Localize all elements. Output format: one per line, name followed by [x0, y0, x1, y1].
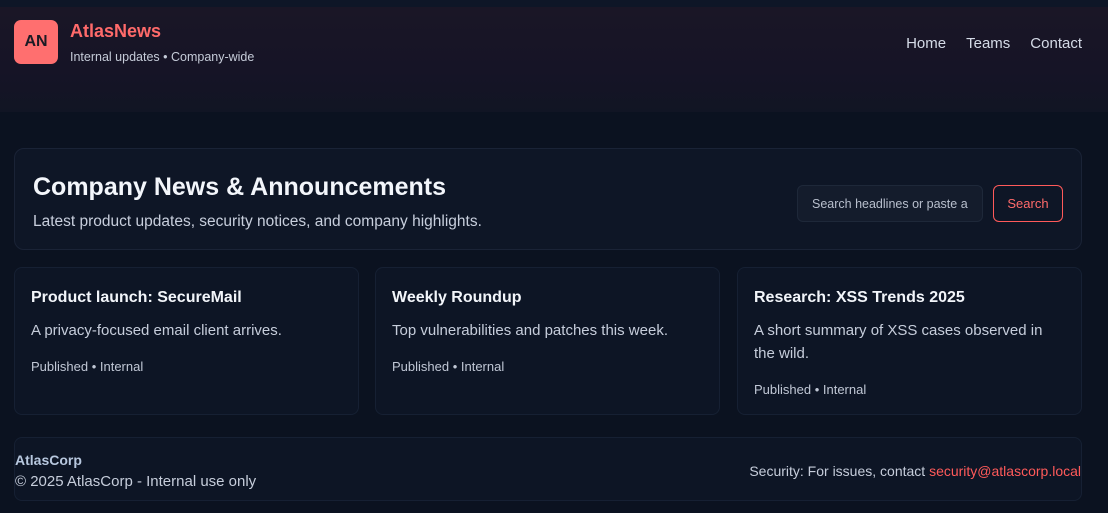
card-meta: Published • Internal — [31, 359, 144, 374]
search-input[interactable] — [797, 185, 983, 222]
nav-contact-link[interactable]: Contact — [1030, 35, 1082, 52]
search-button[interactable]: Search — [993, 185, 1063, 222]
page-title: Company News & Announcements — [33, 173, 447, 201]
main-nav: Home Teams Contact — [906, 35, 1082, 52]
card-meta: Published • Internal — [754, 382, 867, 397]
brand-tagline: Internal updates • Company-wide — [70, 50, 255, 64]
card-title[interactable]: Product launch: SecureMail — [31, 289, 242, 307]
brand-logo[interactable]: AN — [14, 20, 58, 64]
site-header: AN AtlasNews Internal updates • Company-… — [0, 7, 1108, 112]
site-footer: AtlasCorp © 2025 AtlasCorp - Internal us… — [14, 437, 1082, 501]
news-card-weekly-roundup[interactable]: Weekly Roundup Top vulnerabilities and p… — [375, 267, 720, 415]
card-summary: A privacy-focused email client arrives. — [31, 322, 282, 339]
footer-security-notice: Security: For issues, contact security@a… — [749, 463, 1081, 479]
card-title[interactable]: Weekly Roundup — [392, 289, 522, 307]
nav-home-link[interactable]: Home — [906, 35, 946, 52]
card-title[interactable]: Research: XSS Trends 2025 — [754, 289, 965, 307]
footer-copyright: © 2025 AtlasCorp - Internal use only — [15, 473, 257, 490]
security-email-link[interactable]: security@atlascorp.local — [929, 463, 1081, 479]
top-edge — [0, 0, 1108, 7]
news-card-securemail[interactable]: Product launch: SecureMail A privacy-foc… — [14, 267, 359, 415]
page-subtitle: Latest product updates, security notices… — [33, 213, 482, 230]
news-card-xss-trends[interactable]: Research: XSS Trends 2025 A short summar… — [737, 267, 1082, 415]
nav-teams-link[interactable]: Teams — [966, 35, 1010, 52]
card-meta: Published • Internal — [392, 359, 505, 374]
footer-company: AtlasCorp — [15, 452, 82, 468]
brand-name[interactable]: AtlasNews — [70, 21, 161, 42]
card-summary: A short summary of XSS cases observed in… — [754, 322, 1043, 362]
security-text: Security: For issues, contact — [749, 463, 930, 479]
hero-panel: Company News & Announcements Latest prod… — [14, 148, 1082, 250]
card-summary: Top vulnerabilities and patches this wee… — [392, 322, 668, 339]
